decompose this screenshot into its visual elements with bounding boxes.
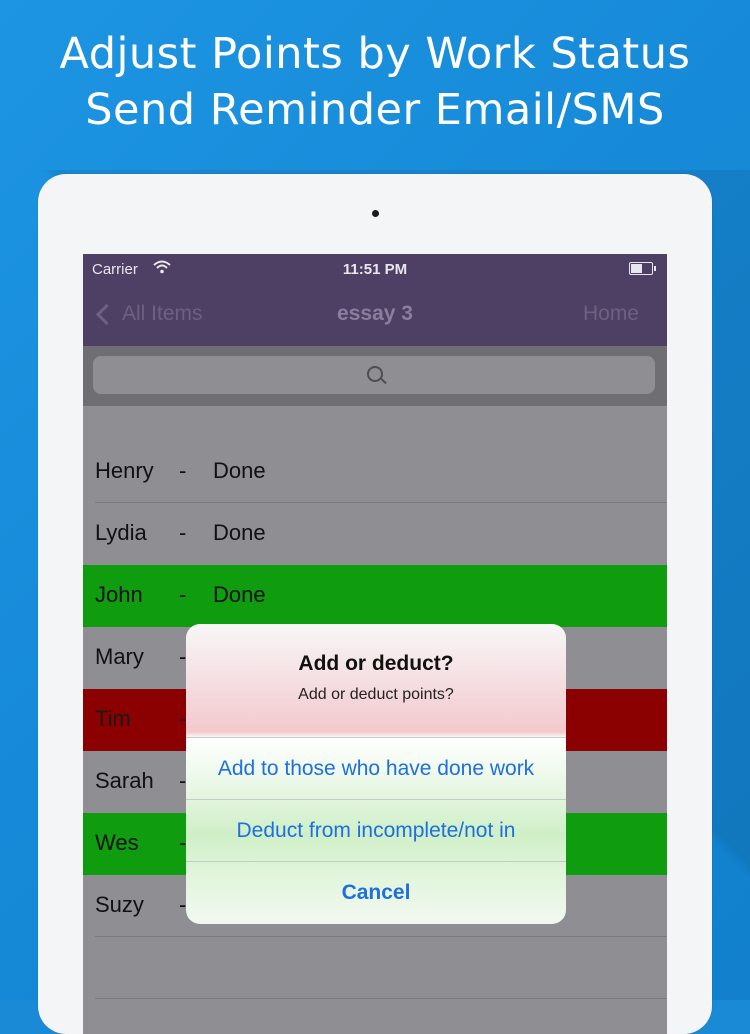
status-time: 11:51 PM	[342, 261, 408, 278]
search-icon	[367, 366, 383, 382]
student-name: Henry	[95, 458, 154, 483]
work-status: Done	[213, 582, 266, 607]
nav-bar: All Items essay 3 Home	[83, 284, 667, 346]
row-divider	[95, 936, 667, 937]
student-name: John	[95, 582, 143, 607]
list-empty-area	[83, 937, 667, 1034]
alert-title: Add or deduct?	[298, 652, 454, 675]
work-status: Done	[213, 458, 266, 483]
student-name: Mary	[95, 644, 144, 669]
headline-line-2: Send Reminder Email/SMS	[85, 85, 665, 135]
work-status: Done	[213, 520, 266, 545]
row-separator: -	[179, 458, 187, 483]
add-deduct-alert: Add or deduct? Add or deduct points? Add…	[186, 624, 566, 924]
student-name: Sarah	[95, 768, 154, 793]
list-header-gap	[83, 406, 667, 441]
nav-title: essay 3	[337, 302, 413, 325]
search-bar	[83, 346, 667, 406]
cancel-button[interactable]: Cancel	[186, 861, 566, 924]
deduct-points-button[interactable]: Deduct from incomplete/not in	[186, 799, 566, 862]
promo-headline: Adjust Points by Work Status Send Remind…	[0, 26, 750, 138]
add-points-button[interactable]: Add to those who have done work	[186, 737, 566, 800]
search-input[interactable]	[93, 356, 655, 394]
list-item[interactable]: John - Done	[83, 565, 667, 627]
row-divider	[95, 998, 667, 999]
alert-message: Add or deduct points?	[298, 686, 454, 703]
student-name: Lydia	[95, 520, 147, 545]
row-separator: -	[179, 582, 187, 607]
status-bar: Carrier 11:51 PM	[83, 254, 667, 284]
row-separator: -	[179, 520, 187, 545]
list-item[interactable]: Lydia - Done	[83, 503, 667, 565]
student-name: Tim	[95, 706, 131, 731]
student-name: Suzy	[95, 892, 144, 917]
home-button[interactable]: Home	[583, 302, 639, 326]
camera-dot	[372, 210, 379, 217]
student-name: Wes	[95, 830, 139, 855]
headline-line-1: Adjust Points by Work Status	[59, 29, 691, 79]
list-item[interactable]: Henry - Done	[83, 441, 667, 503]
battery-icon	[629, 262, 656, 275]
